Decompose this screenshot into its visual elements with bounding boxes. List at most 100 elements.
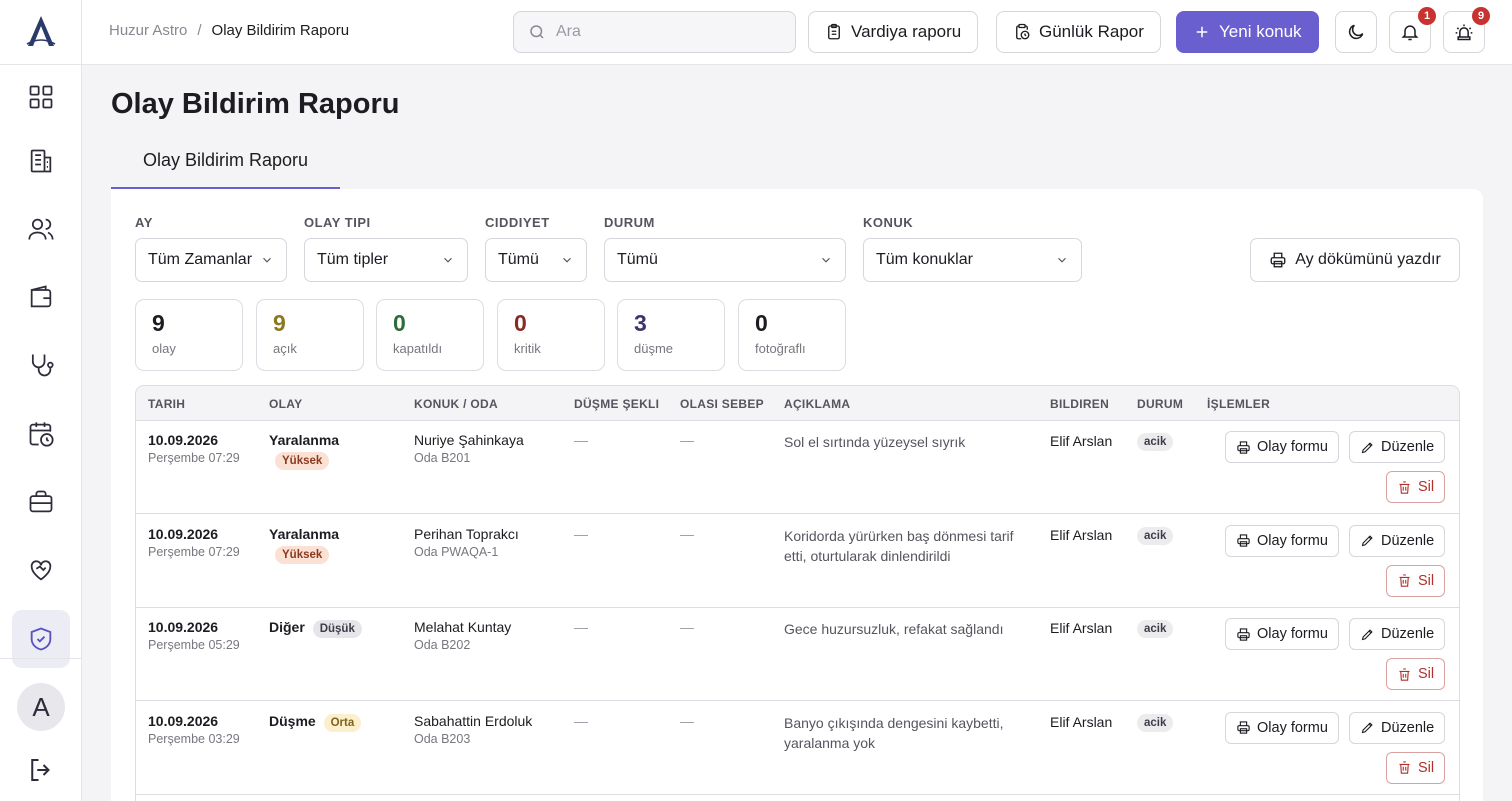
stat-label: olay [152, 341, 176, 356]
row-room: Oda B202 [414, 638, 471, 652]
edit-button[interactable]: Düzenle [1349, 711, 1446, 744]
row-room: Oda PWAQA-1 [414, 544, 499, 559]
pencil-icon [1361, 722, 1373, 734]
stat-value: 9 [273, 310, 286, 336]
edit-label: Düzenle [1381, 532, 1435, 549]
sidebar-item-health[interactable] [12, 336, 70, 394]
breadcrumb-separator: / [197, 22, 202, 39]
logo[interactable] [0, 0, 82, 65]
row-description: Sol el sırtında yüzeysel sıyrık [784, 434, 966, 450]
daily-report-label: Günlük Rapor [1039, 22, 1144, 41]
pencil-icon [1361, 628, 1373, 640]
delete-button[interactable]: Sil [1386, 564, 1446, 597]
new-guest-label: Yeni konuk [1219, 22, 1302, 41]
sidebar-item-briefcase[interactable] [12, 473, 70, 531]
alarm-button[interactable]: 9 [1443, 7, 1490, 53]
trash-icon [1399, 574, 1410, 587]
severity-select-value: Tümü [498, 251, 539, 268]
row-status: acik [1137, 432, 1174, 451]
trash-icon [1399, 480, 1410, 494]
stat-value: 9 [152, 310, 165, 336]
search-box[interactable] [513, 11, 796, 53]
incident-form-button[interactable]: Olay formu [1225, 618, 1339, 650]
grid-icon [29, 85, 53, 109]
printer-icon [1270, 252, 1286, 268]
status-badge: acik [1137, 713, 1174, 732]
plus-icon [1196, 26, 1208, 38]
header-description: AÇIKLAMA [784, 397, 851, 411]
row-fall-type: — [574, 712, 588, 729]
header-guest-room: KONUK / ODA [414, 397, 498, 411]
row-guest-name: Perihan Toprakcı [414, 525, 519, 542]
sidebar-item-calendar[interactable] [12, 405, 70, 463]
stat-label: fotoğraflı [755, 341, 806, 356]
row-guest-name: Sabahattin Erdoluk [414, 712, 533, 729]
shift-report-button[interactable]: Vardiya raporu [808, 11, 979, 53]
table-row: 10.09.2026 Perşembe 07:29 Yaralanma Yüks… [136, 421, 1459, 514]
row-incident-type: Diğer [269, 619, 305, 635]
delete-button[interactable]: Sil [1386, 658, 1446, 690]
row-description: Koridorda yürürken baş dönmesi tarif ett… [784, 527, 1014, 564]
building-icon [30, 149, 52, 173]
row-date-value: 10.09.2026 [148, 712, 219, 729]
severity-select[interactable]: Tümü [485, 238, 587, 282]
row-guest: Sabahattin Erdoluk Oda B203 [414, 713, 532, 746]
guest-select[interactable]: Tüm konuklar [863, 238, 1082, 282]
incident-form-button[interactable]: Olay formu [1225, 711, 1339, 744]
sidebar-item-dashboard[interactable] [12, 68, 70, 126]
type-select-value: Tüm tipler [317, 251, 389, 268]
delete-button[interactable]: Sil [1386, 751, 1446, 784]
printer-icon [1237, 534, 1250, 547]
incident-form-button[interactable]: Olay formu [1225, 431, 1339, 463]
row-time: Perşembe 03:29 [148, 731, 240, 746]
edit-button[interactable]: Düzenle [1349, 431, 1446, 463]
table-row: 10.09.2026 Perşembe 05:29 Diğer Düşük Me… [136, 608, 1459, 701]
row-incident-type: Yaralanma [269, 432, 340, 448]
theme-toggle-button[interactable] [1335, 11, 1377, 53]
clipboard-clock-icon [1016, 23, 1030, 40]
users-icon [28, 218, 54, 240]
delete-button[interactable]: Sil [1386, 471, 1446, 503]
row-date: 10.09.2026 Perşembe 07:29 [148, 526, 240, 559]
new-guest-button[interactable]: Yeni konuk [1176, 11, 1319, 53]
sidebar-item-care[interactable] [12, 541, 70, 599]
type-filter-label: OLAY TIPI [304, 215, 371, 230]
breadcrumb-root[interactable]: Huzur Astro [109, 22, 187, 39]
edit-button[interactable]: Düzenle [1349, 618, 1446, 650]
edit-button[interactable]: Düzenle [1349, 524, 1446, 557]
pencil-icon [1361, 441, 1373, 453]
sidebar-item-users[interactable] [12, 200, 70, 258]
table-header: TARIH OLAY KONUK / ODA DÜŞME ŞEKLI OLASI… [136, 386, 1459, 421]
delete-label: Sil [1418, 572, 1435, 589]
status-select[interactable]: Tümü [604, 238, 846, 282]
avatar[interactable]: A [17, 683, 65, 731]
calendar-clock-icon [29, 422, 54, 447]
sidebar-item-wallet[interactable] [12, 268, 70, 326]
row-reporter: Elif Arslan [1050, 713, 1113, 730]
tab-incident-report[interactable]: Olay Bildirim Raporu [111, 140, 340, 189]
siren-icon [1455, 24, 1473, 41]
notifications-button[interactable]: 1 [1389, 7, 1436, 53]
type-select[interactable]: Tüm tipler [304, 238, 468, 282]
guest-filter-label: KONUK [863, 215, 914, 230]
moon-icon [1348, 24, 1364, 40]
severity-filter-label: CIDDIYET [485, 215, 550, 230]
logout-icon [31, 759, 50, 781]
row-description: Banyo çıkışında dengesini kaybetti, yara… [784, 714, 1004, 751]
sidebar-item-building[interactable] [12, 132, 70, 190]
search-input[interactable] [556, 23, 776, 41]
search-icon [530, 25, 544, 39]
tab-label: Olay Bildirim Raporu [142, 150, 309, 170]
logout-button[interactable] [26, 755, 56, 785]
row-guest-name: Nuriye Şahinkaya [414, 432, 524, 448]
incident-form-button[interactable]: Olay formu [1225, 524, 1339, 557]
page-title: Olay Bildirim Raporu [111, 88, 400, 120]
month-select[interactable]: Tüm Zamanlar [135, 238, 287, 282]
row-status: acik [1137, 713, 1174, 732]
daily-report-button[interactable]: Günlük Rapor [996, 11, 1161, 53]
stat-card: 3 düşme [617, 299, 725, 371]
stat-label: kritik [514, 341, 541, 356]
severity-badge: Yüksek [275, 545, 330, 564]
row-guest: Melahat Kuntay Oda B202 [414, 619, 511, 652]
print-month-button[interactable]: Ay dökümünü yazdır [1250, 238, 1460, 282]
